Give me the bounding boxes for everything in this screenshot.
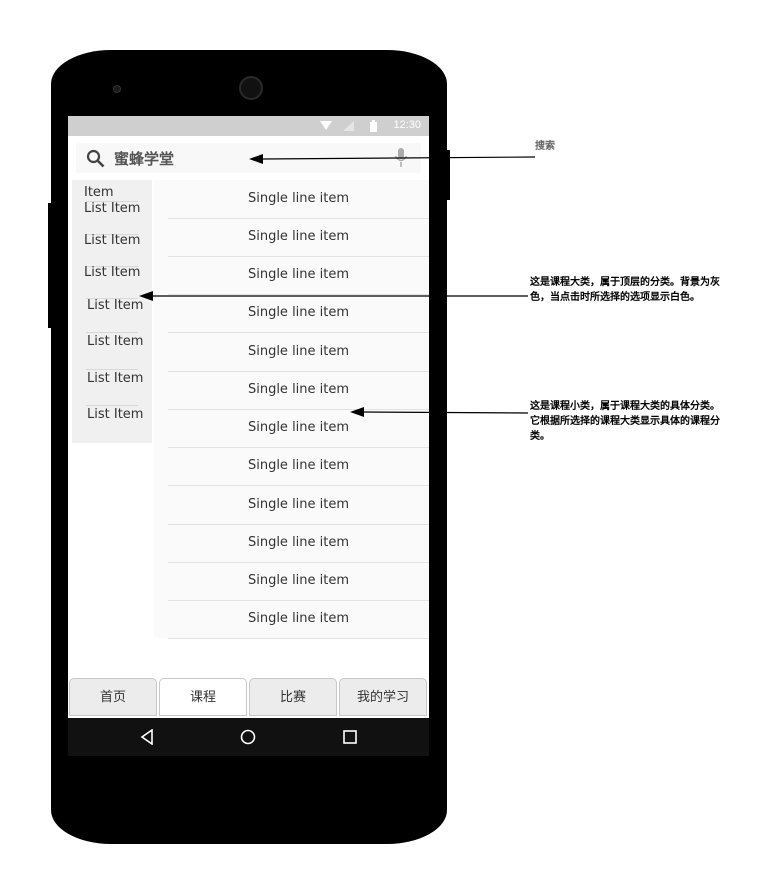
annotation-search: 搜索 — [535, 141, 555, 152]
annotation-subcategory: 这是课程小类，属于课程大类的具体分类。它根据所选择的课程大类显示具体的课程分类。 — [530, 401, 720, 442]
annotation-category: 这是课程大类，属于顶层的分类。背景为灰色，当点击时所选择的选项显示白色。 — [530, 277, 720, 303]
